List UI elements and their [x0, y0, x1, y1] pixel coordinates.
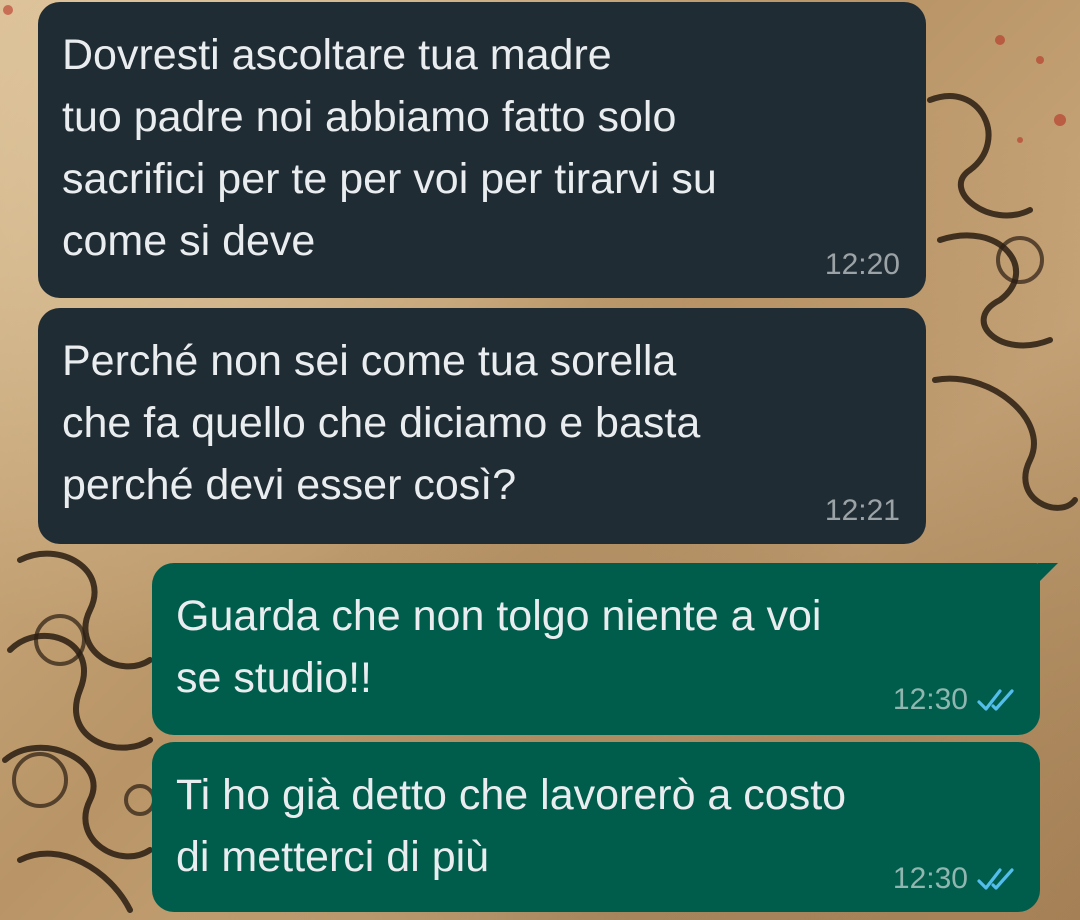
message-meta: 12:20: [825, 248, 900, 282]
message-bubble-incoming[interactable]: Perché non sei come tua sorella che fa q…: [38, 308, 926, 544]
message-time: 12:20: [824, 248, 900, 281]
message-text: Guarda che non tolgo niente a voi se stu…: [176, 592, 822, 702]
message-meta: 12:21: [825, 494, 900, 528]
message-text: Perché non sei come tua sorella che fa q…: [62, 337, 701, 509]
double-check-read-icon: [977, 868, 1014, 890]
message-text: Ti ho già detto che lavorerò a costo di …: [176, 771, 847, 881]
double-check-read-icon: [977, 689, 1014, 711]
message-time: 12:30: [892, 683, 968, 716]
message-time: 12:30: [892, 862, 968, 895]
message-time: 12:21: [824, 494, 900, 527]
message-meta: 12:30: [893, 862, 1020, 896]
message-bubble-outgoing[interactable]: Guarda che non tolgo niente a voi se stu…: [152, 563, 1058, 735]
message-meta: 12:30: [893, 683, 1020, 717]
message-bubble-incoming[interactable]: Dovresti ascoltare tua madre tuo padre n…: [38, 2, 926, 298]
message-bubble-outgoing[interactable]: Ti ho già detto che lavorerò a costo di …: [152, 742, 1040, 912]
bubble-tail: [1038, 563, 1058, 583]
message-text: Dovresti ascoltare tua madre tuo padre n…: [62, 31, 717, 265]
